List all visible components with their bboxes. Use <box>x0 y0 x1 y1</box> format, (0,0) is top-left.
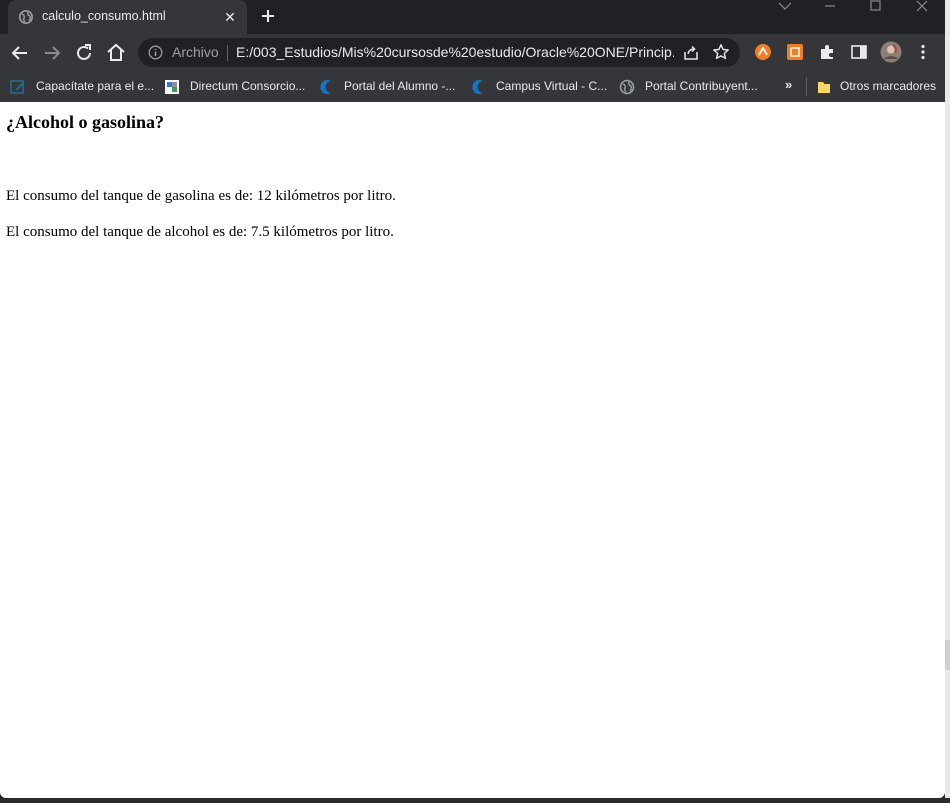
menu-dots-icon[interactable] <box>914 43 932 61</box>
tab-strip: calculo_consumo.html ✕ <box>0 0 945 34</box>
bookmark-label: Directum Consorcio... <box>190 79 306 93</box>
minimize-icon[interactable] <box>815 0 845 14</box>
scheme-label: Archivo <box>172 44 219 60</box>
profile-avatar-icon[interactable] <box>880 41 902 63</box>
tab-search-icon[interactable] <box>770 0 800 14</box>
crescent-logo-icon <box>320 80 331 94</box>
extension-orange-square-icon[interactable] <box>786 43 804 61</box>
tab-calculo-consumo[interactable]: calculo_consumo.html ✕ <box>8 0 247 34</box>
bookmark-label: Capacítate para el e... <box>36 79 155 93</box>
gasoline-consumption-text: El consumo del tanque de gasolina es de:… <box>6 188 396 204</box>
extension-orange-circle-icon[interactable] <box>754 43 772 61</box>
globe-icon <box>19 10 33 24</box>
bookmark-label: Portal del Alumno -... <box>344 79 456 93</box>
bookmark-label: Portal Contribuyent... <box>645 79 758 93</box>
address-bar[interactable]: Archivo E:/003_Estudios/Mis%20cursosde%2… <box>138 38 740 67</box>
side-panel-icon[interactable] <box>850 43 868 61</box>
crescent-logo-icon <box>472 80 483 94</box>
tab-title: calculo_consumo.html <box>42 9 166 23</box>
folder-label: Otros marcadores <box>840 79 937 93</box>
background-window-edge <box>945 0 950 803</box>
info-icon[interactable] <box>148 45 163 60</box>
page-heading: ¿Alcohol o gasolina? <box>6 112 165 132</box>
globe-icon <box>619 79 635 95</box>
bookmarks-bar: Capacítate para el e... Directum Consorc… <box>0 72 945 102</box>
page-content: ¿Alcohol o gasolina? El consumo del tanq… <box>0 102 945 798</box>
browser-window: calculo_consumo.html ✕ Archivo E:/003_Es… <box>0 0 945 798</box>
alcohol-consumption-text: El consumo del tanque de alcohol es de: … <box>6 224 394 240</box>
maximize-icon[interactable] <box>861 0 891 14</box>
forward-icon[interactable] <box>40 41 64 65</box>
toolbar: Archivo E:/003_Estudios/Mis%20cursosde%2… <box>0 34 945 72</box>
extensions-puzzle-icon[interactable] <box>818 43 836 61</box>
share-icon[interactable] <box>682 44 700 62</box>
more-bookmarks-button[interactable]: » <box>785 77 792 92</box>
back-icon[interactable] <box>8 41 32 65</box>
bookmark-star-icon[interactable] <box>712 43 730 61</box>
close-tab-icon[interactable]: ✕ <box>222 9 238 25</box>
reload-icon[interactable] <box>72 41 96 65</box>
folder-icon <box>818 82 830 93</box>
directum-icon <box>165 80 179 94</box>
bookmark-label: Campus Virtual - C... <box>496 79 608 93</box>
desktop-edge <box>0 798 950 803</box>
home-icon[interactable] <box>104 41 128 65</box>
bookmarks-separator <box>806 78 807 96</box>
background-window-mark <box>945 640 950 670</box>
address-separator <box>227 45 228 61</box>
url-text[interactable]: E:/003_Estudios/Mis%20cursosde%20estudio… <box>236 44 674 60</box>
bookmark-page-icon <box>10 80 25 94</box>
close-window-icon[interactable] <box>907 0 937 14</box>
new-tab-icon[interactable] <box>258 6 278 26</box>
